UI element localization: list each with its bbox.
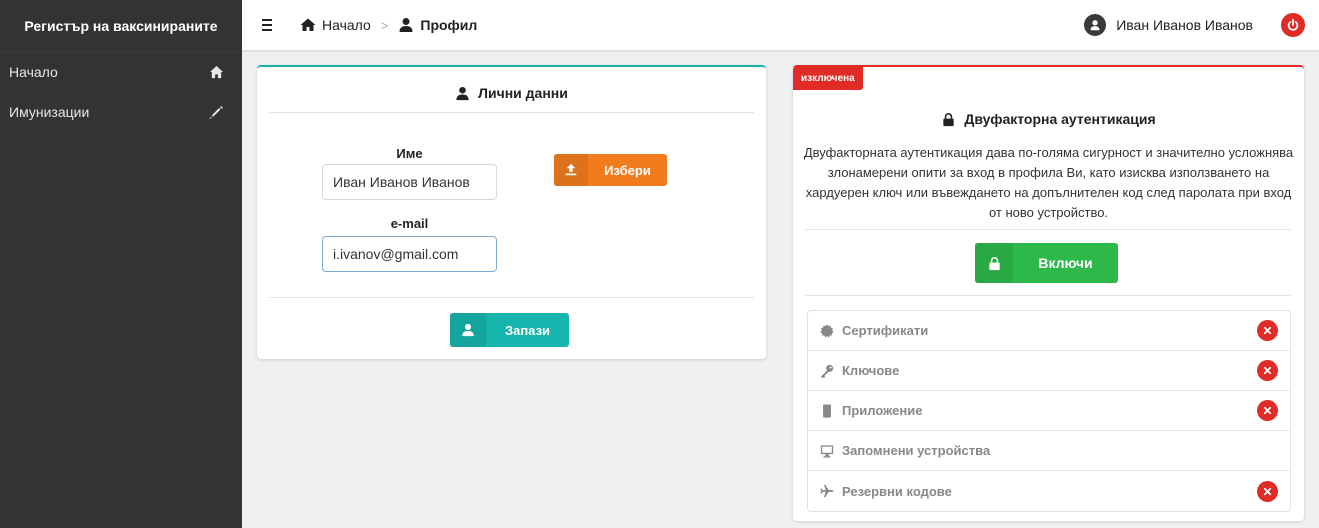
sidebar: Регистър на ваксинираните Начало Имуниза… — [0, 0, 242, 528]
sidebar-item-home[interactable]: Начало — [0, 52, 242, 92]
divider — [269, 297, 754, 298]
method-label: Приложение — [842, 403, 923, 418]
desktop-icon — [820, 444, 834, 458]
menu-toggle-icon[interactable] — [262, 19, 278, 31]
method-backup-codes[interactable]: Резервни кодове — [808, 471, 1290, 511]
name-label: Име — [396, 146, 423, 161]
app-title: Регистър на ваксинираните — [0, 0, 242, 52]
enable-2fa-label: Включи — [1038, 255, 1093, 271]
two-factor-methods-list: Сертификати Ключове Приложение Запомнени… — [807, 310, 1291, 512]
topbar: Начало > Профил Иван Иванов Иванов — [242, 0, 1319, 52]
upload-button[interactable]: Избери — [554, 154, 667, 186]
method-label: Ключове — [842, 363, 900, 378]
personal-data-card: Лични данни Име Иван Иванов Иванов e-mai… — [257, 65, 766, 359]
personal-data-title: Лични данни — [257, 85, 766, 101]
breadcrumb-current: Профил — [420, 17, 478, 33]
disabled-icon — [1257, 480, 1278, 502]
user-icon — [1090, 20, 1100, 31]
sidebar-item-label: Имунизации — [9, 104, 90, 120]
two-factor-description: Двуфакторната аутентикация дава по-голям… — [803, 145, 1294, 220]
method-label: Запомнени устройства — [842, 443, 991, 458]
certificate-icon — [820, 323, 834, 337]
personal-data-title-text: Лични данни — [478, 85, 568, 101]
method-keys[interactable]: Ключове — [808, 351, 1290, 391]
method-label: Резервни кодове — [842, 483, 952, 499]
two-factor-card: изключена Двуфакторна аутентикация Двуфа… — [793, 65, 1304, 521]
email-field[interactable]: i.ivanov@gmail.com — [322, 236, 497, 272]
method-certificates[interactable]: Сертификати — [808, 311, 1290, 351]
user-icon — [450, 313, 486, 347]
user-icon — [399, 18, 413, 32]
user-name: Иван Иванов Иванов — [1116, 17, 1253, 33]
method-label: Сертификати — [842, 323, 929, 338]
disabled-icon — [1257, 320, 1278, 341]
save-button[interactable]: Запази — [450, 313, 569, 347]
sidebar-item-label: Начало — [9, 64, 58, 80]
breadcrumb: Начало > Профил — [300, 17, 477, 33]
divider — [805, 229, 1291, 230]
enable-2fa-button[interactable]: Включи — [975, 243, 1118, 283]
plane-icon — [820, 484, 834, 498]
divider — [805, 295, 1291, 296]
save-button-label: Запази — [504, 322, 551, 338]
method-remembered-devices[interactable]: Запомнени устройства — [808, 431, 1290, 471]
upload-button-label: Избери — [604, 162, 651, 178]
upload-icon — [554, 154, 588, 186]
two-factor-title-text: Двуфакторна аутентикация — [964, 111, 1156, 127]
disabled-icon — [1257, 360, 1278, 381]
divider — [269, 112, 754, 113]
lock-icon — [943, 112, 955, 126]
disabled-icon — [1257, 400, 1278, 421]
sidebar-item-immunizations[interactable]: Имунизации — [0, 92, 242, 132]
status-badge: изключена — [793, 67, 863, 90]
breadcrumb-home[interactable]: Начало — [322, 17, 371, 33]
mobile-icon — [823, 403, 831, 418]
breadcrumb-separator: > — [380, 17, 389, 33]
home-icon — [209, 65, 224, 78]
logout-button[interactable] — [1281, 13, 1305, 37]
method-app[interactable]: Приложение — [808, 391, 1290, 431]
power-icon — [1287, 18, 1299, 31]
avatar — [1084, 14, 1107, 36]
home-icon — [300, 18, 316, 31]
syringe-icon — [209, 105, 224, 119]
email-label: e-mail — [390, 216, 429, 231]
lock-icon — [975, 243, 1013, 283]
two-factor-title: Двуфакторна аутентикация — [793, 111, 1304, 127]
key-icon — [820, 364, 834, 378]
name-field[interactable]: Иван Иванов Иванов — [322, 164, 497, 200]
user-menu[interactable]: Иван Иванов Иванов — [1084, 14, 1253, 36]
user-icon — [456, 86, 469, 100]
